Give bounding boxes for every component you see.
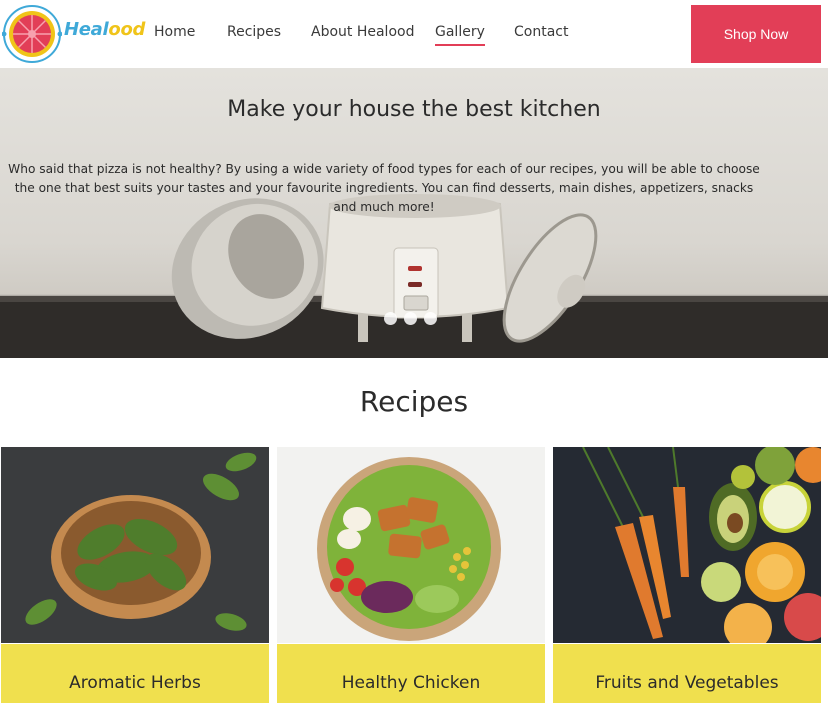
fruits-vegetables-image	[553, 447, 821, 643]
nav-contact[interactable]: Contact	[514, 24, 568, 40]
site-header: Healood Home Recipes About Healood Galle…	[0, 0, 828, 68]
healood-logo[interactable]	[1, 4, 63, 64]
salad-bowl-image	[277, 447, 545, 643]
hero-description: Who said that pizza is not healthy? By u…	[8, 162, 760, 214]
recipe-card-aromatic-herbs[interactable]: Aromatic Herbs	[1, 447, 269, 703]
slide-dot-1[interactable]	[384, 312, 397, 325]
recipes-title: Recipes	[359, 385, 469, 418]
recipe-card-fruits-vegetables[interactable]: Fruits and Vegetables	[553, 447, 821, 703]
card-label: Healthy Chicken	[277, 644, 545, 703]
card-label: Fruits and Vegetables	[553, 644, 821, 703]
slide-dots	[384, 312, 437, 325]
hero-slideshow: Make your house the best kitchen Who sai…	[0, 68, 828, 358]
spinach-bowl-image	[1, 447, 269, 643]
nav-recipes[interactable]: Recipes	[227, 24, 281, 40]
recipe-card-healthy-chicken[interactable]: Healthy Chicken	[277, 447, 545, 703]
shop-now-button[interactable]: Shop Now	[691, 5, 821, 63]
brand-name[interactable]: Healood	[64, 19, 145, 40]
nav-about[interactable]: About Healood	[311, 24, 414, 40]
card-label: Aromatic Herbs	[1, 644, 269, 703]
hero-title: Make your house the best kitchen	[227, 97, 601, 122]
nav-home[interactable]: Home	[154, 24, 195, 40]
slide-dot-2[interactable]	[404, 312, 417, 325]
nav-gallery[interactable]: Gallery	[435, 24, 485, 46]
slide-dot-3[interactable]	[424, 312, 437, 325]
